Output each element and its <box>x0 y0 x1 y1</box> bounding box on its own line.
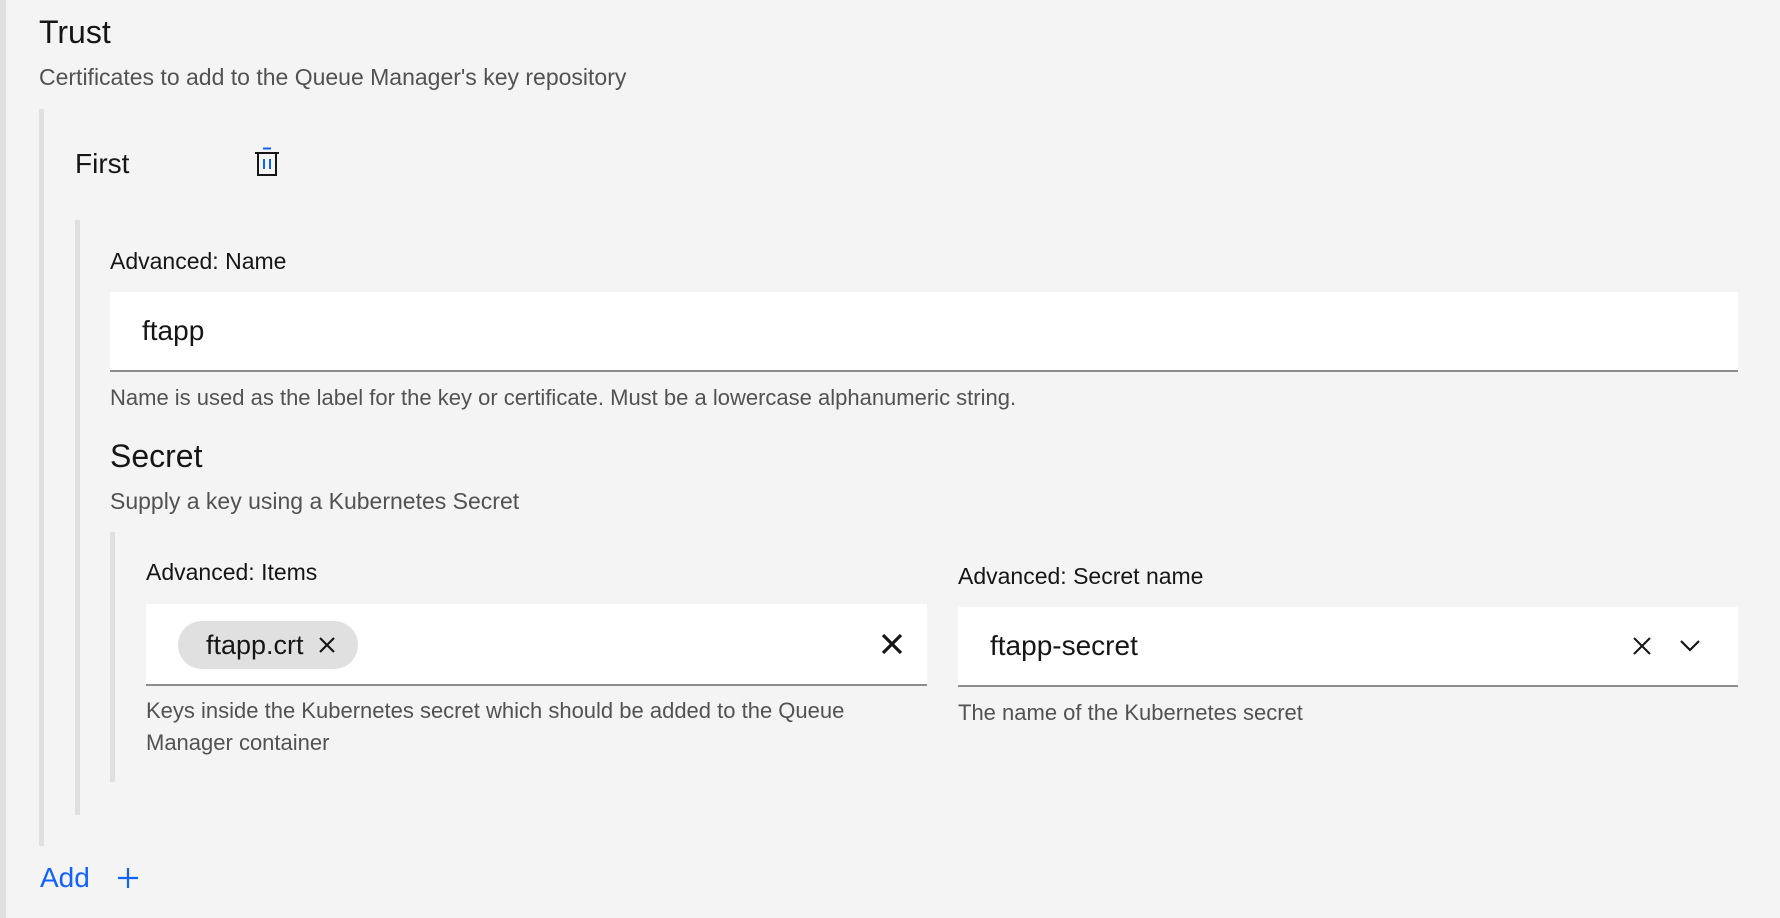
delete-item-button[interactable] <box>250 146 284 182</box>
remove-tag-button[interactable] <box>316 634 338 656</box>
secret-name-field-label: Advanced: Secret name <box>958 563 1204 589</box>
clear-items-button[interactable] <box>874 626 910 662</box>
close-icon <box>1633 637 1651 655</box>
close-icon <box>318 637 335 653</box>
add-trust-item-link[interactable]: Add <box>40 860 140 896</box>
tag-label: ftapp.crt <box>206 629 304 660</box>
trash-can-icon <box>254 147 280 182</box>
open-dropdown-button[interactable] <box>1672 628 1708 664</box>
name-input[interactable] <box>110 292 1738 372</box>
close-icon <box>881 633 903 655</box>
trust-section-description: Certificates to add to the Queue Manager… <box>39 64 627 90</box>
secret-name-field-helper: The name of the Kubernetes secret <box>958 700 1303 725</box>
chevron-down-icon <box>1680 640 1700 652</box>
secret-nesting-bar <box>110 532 115 782</box>
selected-item-tag: ftapp.crt <box>178 621 358 669</box>
name-field-helper: Name is used as the label for the key or… <box>110 385 1017 410</box>
name-field-label: Advanced: Name <box>110 248 287 274</box>
trust-item-nesting-bar <box>39 109 44 846</box>
items-field-label: Advanced: Items <box>146 559 318 585</box>
item-fields-nesting-bar <box>75 220 80 815</box>
trust-section-title: Trust <box>39 14 111 50</box>
items-multiselect[interactable]: ftapp.crt <box>146 604 927 686</box>
secret-name-combobox[interactable]: ftapp-secret <box>958 607 1738 687</box>
add-label: Add <box>40 862 90 893</box>
outer-left-border <box>0 0 6 918</box>
plus-icon <box>116 866 140 890</box>
secret-section-description: Supply a key using a Kubernetes Secret <box>110 488 520 514</box>
clear-secret-name-button[interactable] <box>1624 628 1660 664</box>
secret-section-title: Secret <box>110 438 203 474</box>
secret-name-value[interactable]: ftapp-secret <box>990 607 1138 685</box>
trust-item-title: First <box>75 148 130 179</box>
items-field-helper: Keys inside the Kubernetes secret which … <box>146 698 845 755</box>
